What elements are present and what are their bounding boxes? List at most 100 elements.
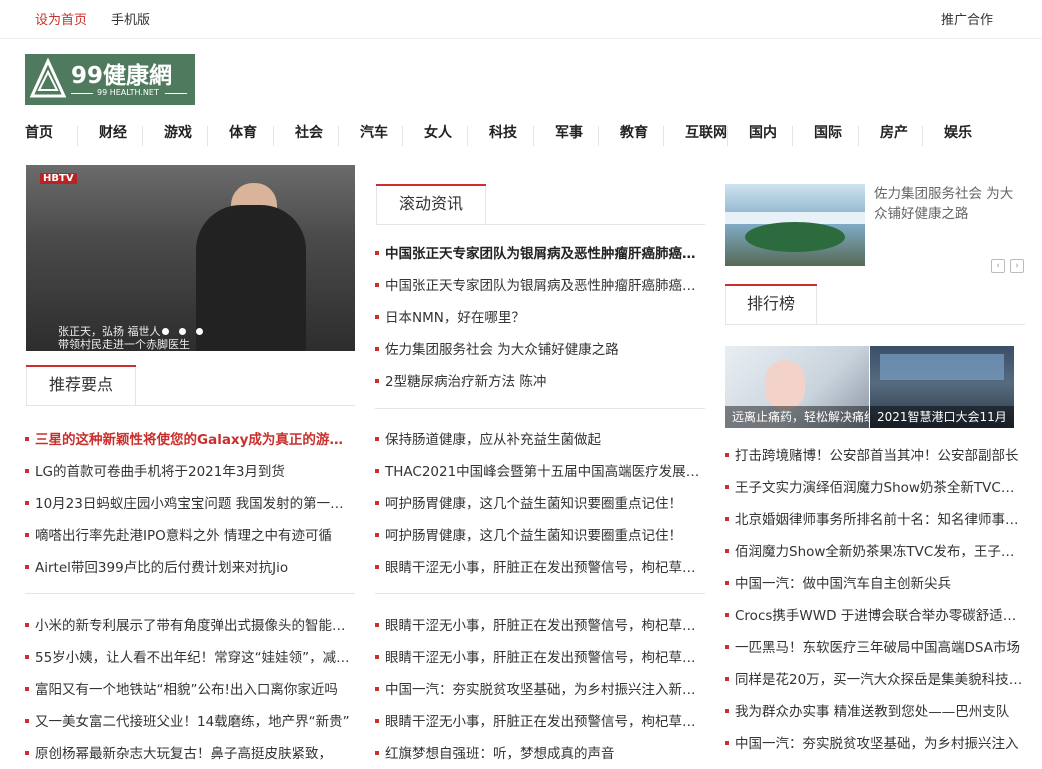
news-item-title[interactable]: 眼睛干涩无小事，肝脏正在发出预警信号，枸杞草决明来帮你: [385, 710, 705, 730]
news-item-title[interactable]: 小米的新专利展示了带有角度弹出式摄像头的智能手机: [35, 614, 355, 634]
chevron-left-icon[interactable]: ‹: [991, 259, 1005, 273]
news-item[interactable]: THAC2021中国峰会暨第十五届中国高端医疗发展论坛: [375, 460, 705, 480]
nav-item-6[interactable]: 女人: [424, 122, 452, 142]
nav-item-3[interactable]: 体育: [229, 122, 257, 142]
news-item-title[interactable]: 中国一汽：夯实脱贫攻坚基础，为乡村振兴注入新动能: [385, 678, 705, 698]
news-item-title[interactable]: 2型糖尿病治疗新方法 陈冲: [385, 370, 705, 390]
ranking-thumb-1[interactable]: 远离止痛药，轻松解决痛经: [725, 346, 869, 428]
news-item-title[interactable]: 又一美女富二代接班父业！14载磨练，地产界“新贵”: [35, 710, 355, 730]
news-item[interactable]: 中国张正天专家团队为银屑病及恶性肿瘤肝癌肺癌患者送去福音: [375, 274, 705, 294]
news-item-title[interactable]: 三星的这种新颖性将使您的Galaxy成为真正的游戏手机: [35, 428, 355, 448]
news-item-title[interactable]: 日本NMN，好在哪里？: [385, 306, 705, 326]
slider-dot[interactable]: [196, 328, 203, 335]
news-item-title[interactable]: 佰润魔力Show全新奶茶果冻TVC发布，王子文演绎: [735, 540, 1025, 560]
news-item-title[interactable]: 呵护肠胃健康，这几个益生菌知识要圈重点记住！: [385, 524, 705, 544]
news-item-title[interactable]: 保持肠道健康，应从补充益生菌做起: [385, 428, 705, 448]
news-item[interactable]: 打击跨境赌博！公安部首当其冲！公安部副部长: [725, 444, 1025, 464]
nav-item-10[interactable]: 互联网: [685, 122, 727, 142]
news-item-title[interactable]: 呵护肠胃健康，这几个益生菌知识要圈重点记住！: [385, 492, 705, 512]
nav-item-11[interactable]: 国内: [749, 122, 777, 142]
nav-item-8[interactable]: 军事: [555, 122, 583, 142]
news-item-title[interactable]: 眼睛干涩无小事，肝脏正在发出预警信号，枸杞草决明来帮你: [385, 646, 705, 666]
news-item[interactable]: 红旗梦想自强班：听，梦想成真的声音: [375, 742, 705, 762]
news-item[interactable]: LG的首款可卷曲手机将于2021年3月到货: [25, 460, 355, 480]
news-item[interactable]: 中国一汽：夯实脱贫攻坚基础，为乡村振兴注入: [725, 732, 1025, 752]
news-item-title[interactable]: 同样是花20万，买一汽大众探岳是集美貌科技于一身: [735, 668, 1025, 688]
right-feature-news[interactable]: 佐力集团服务社会 为大众铺好健康之路: [725, 184, 1025, 266]
news-item[interactable]: 同样是花20万，买一汽大众探岳是集美貌科技于一身: [725, 668, 1025, 688]
promo-cooperation-link[interactable]: 推广合作: [941, 9, 993, 28]
mobile-version-link[interactable]: 手机版: [111, 9, 150, 28]
news-item[interactable]: 王子文实力演绎佰润魔力Show奶茶全新TVC广告: [725, 476, 1025, 496]
news-item[interactable]: 一匹黑马！东软医疗三年破局中国高端DSA市场: [725, 636, 1025, 656]
slider-dot[interactable]: [179, 328, 186, 335]
nav-item-13[interactable]: 房产: [880, 122, 908, 142]
news-item[interactable]: 保持肠道健康，应从补充益生菌做起: [375, 428, 705, 448]
news-item[interactable]: 眼睛干涩无小事，肝脏正在发出预警信号，枸杞草决明来帮你: [375, 710, 705, 730]
nav-item-2[interactable]: 游戏: [164, 122, 192, 142]
news-item-title[interactable]: 眼睛干涩无小事，肝脏正在发出预警信号，枸杞草决明来帮你: [385, 614, 705, 634]
nav-item-5[interactable]: 汽车: [360, 122, 388, 142]
news-item[interactable]: 10月23日蚂蚁庄园小鸡宝宝问题 我国发射的第一颗人造卫星: [25, 492, 355, 512]
news-item[interactable]: 日本NMN，好在哪里？: [375, 306, 705, 326]
news-item-title[interactable]: 我为群众办实事 精准送教到您处——巴州支队: [735, 700, 1025, 720]
news-item-title[interactable]: 10月23日蚂蚁庄园小鸡宝宝问题 我国发射的第一颗人造卫星: [35, 492, 355, 512]
news-item[interactable]: 呵护肠胃健康，这几个益生菌知识要圈重点记住！: [375, 492, 705, 512]
news-item-title[interactable]: 中国张正天专家团队为银屑病及恶性肿瘤肝癌肺癌患者送去福音: [385, 242, 705, 262]
news-item-title[interactable]: 嘀嗒出行率先赴港IPO意料之外 情理之中有迹可循: [35, 524, 355, 544]
news-item-title[interactable]: 55岁小姨，让人看不出年纪！常穿这“娃娃领”，减龄又洋气: [35, 646, 355, 666]
news-item[interactable]: 又一美女富二代接班父业！14载磨练，地产界“新贵”: [25, 710, 355, 730]
news-item-title[interactable]: 红旗梦想自强班：听，梦想成真的声音: [385, 742, 705, 762]
news-item[interactable]: 佐力集团服务社会 为大众铺好健康之路: [375, 338, 705, 358]
news-item[interactable]: 眼睛干涩无小事，肝脏正在发出预警信号，枸杞草决明来帮你: [375, 614, 705, 634]
slider-dot[interactable]: [162, 328, 169, 335]
news-item[interactable]: 三星的这种新颖性将使您的Galaxy成为真正的游戏手机: [25, 428, 355, 448]
news-item[interactable]: 嘀嗒出行率先赴港IPO意料之外 情理之中有迹可循: [25, 524, 355, 544]
news-item[interactable]: 55岁小姨，让人看不出年纪！常穿这“娃娃领”，减龄又洋气: [25, 646, 355, 666]
scroll-news-header: 滚动资讯: [376, 184, 486, 226]
nav-item-0[interactable]: 首页: [25, 122, 53, 142]
news-item[interactable]: 小米的新专利展示了带有角度弹出式摄像头的智能手机: [25, 614, 355, 634]
nav-item-9[interactable]: 教育: [620, 122, 648, 142]
news-item[interactable]: Airtel带回399卢比的后付费计划来对抗Jio: [25, 556, 355, 576]
news-item-title[interactable]: Airtel带回399卢比的后付费计划来对抗Jio: [35, 556, 355, 576]
news-item-title[interactable]: 中国一汽：做中国汽车自主创新尖兵: [735, 572, 1025, 592]
news-item[interactable]: 北京婚姻律师事务所排名前十名：知名律师事务所: [725, 508, 1025, 528]
news-item-title[interactable]: THAC2021中国峰会暨第十五届中国高端医疗发展论坛: [385, 460, 705, 480]
nav-item-12[interactable]: 国际: [814, 122, 842, 142]
headline-slider[interactable]: HBTV 张正天，弘扬 福世人 带领村民走进一个赤脚医生: [26, 165, 355, 351]
news-item-title[interactable]: 北京婚姻律师事务所排名前十名：知名律师事务所: [735, 508, 1025, 528]
nav-item-1[interactable]: 财经: [99, 122, 127, 142]
news-item-title[interactable]: 一匹黑马！东软医疗三年破局中国高端DSA市场: [735, 636, 1025, 656]
news-item-title[interactable]: 眼睛干涩无小事，肝脏正在发出预警信号，枸杞草决明来帮你: [385, 556, 705, 576]
news-item[interactable]: 眼睛干涩无小事，肝脏正在发出预警信号，枸杞草决明来帮你: [375, 556, 705, 576]
news-item-title[interactable]: 原创杨幂最新杂志大玩复古！鼻子高挺皮肤紧致，: [35, 742, 355, 762]
news-item[interactable]: 眼睛干涩无小事，肝脏正在发出预警信号，枸杞草决明来帮你: [375, 646, 705, 666]
news-item-title[interactable]: 中国张正天专家团队为银屑病及恶性肿瘤肝癌肺癌患者送去福音: [385, 274, 705, 294]
news-item[interactable]: 2型糖尿病治疗新方法 陈冲: [375, 370, 705, 390]
news-item[interactable]: 原创杨幂最新杂志大玩复古！鼻子高挺皮肤紧致，: [25, 742, 355, 762]
news-item-title[interactable]: 打击跨境赌博！公安部首当其冲！公安部副部长: [735, 444, 1025, 464]
news-item-title[interactable]: 佐力集团服务社会 为大众铺好健康之路: [385, 338, 705, 358]
news-item-title[interactable]: 王子文实力演绎佰润魔力Show奶茶全新TVC广告: [735, 476, 1025, 496]
news-item-title[interactable]: LG的首款可卷曲手机将于2021年3月到货: [35, 460, 355, 480]
news-item[interactable]: 富阳又有一个地铁站“相貌”公布!出入口离你家近吗: [25, 678, 355, 698]
set-homepage-link[interactable]: 设为首页: [35, 9, 87, 28]
news-item-title[interactable]: 富阳又有一个地铁站“相貌”公布!出入口离你家近吗: [35, 678, 355, 698]
news-item-title[interactable]: 中国一汽：夯实脱贫攻坚基础，为乡村振兴注入: [735, 732, 1025, 752]
news-item[interactable]: 呵护肠胃健康，这几个益生菌知识要圈重点记住！: [375, 524, 705, 544]
nav-item-4[interactable]: 社会: [295, 122, 323, 142]
news-item[interactable]: Crocs携手WWD 于进博会联合举办零碳舒适可持续: [725, 604, 1025, 624]
nav-item-14[interactable]: 娱乐: [944, 122, 972, 142]
news-item[interactable]: 我为群众办实事 精准送教到您处——巴州支队: [725, 700, 1025, 720]
news-item[interactable]: 佰润魔力Show全新奶茶果冻TVC发布，王子文演绎: [725, 540, 1025, 560]
ranking-thumb-2[interactable]: 2021智慧港口大会11月: [870, 346, 1014, 428]
news-item[interactable]: 中国一汽：夯实脱贫攻坚基础，为乡村振兴注入新动能: [375, 678, 705, 698]
site-logo[interactable]: 99健康網 99 HEALTH.NET: [25, 54, 195, 105]
news-item[interactable]: 中国一汽：做中国汽车自主创新尖兵: [725, 572, 1025, 592]
news-item[interactable]: 中国张正天专家团队为银屑病及恶性肿瘤肝癌肺癌患者送去福音: [375, 242, 705, 262]
nav-item-7[interactable]: 科技: [489, 122, 517, 142]
chevron-right-icon[interactable]: ›: [1010, 259, 1024, 273]
right-feature-title[interactable]: 佐力集团服务社会 为大众铺好健康之路: [874, 184, 1024, 224]
news-item-title[interactable]: Crocs携手WWD 于进博会联合举办零碳舒适可持续: [735, 604, 1025, 624]
